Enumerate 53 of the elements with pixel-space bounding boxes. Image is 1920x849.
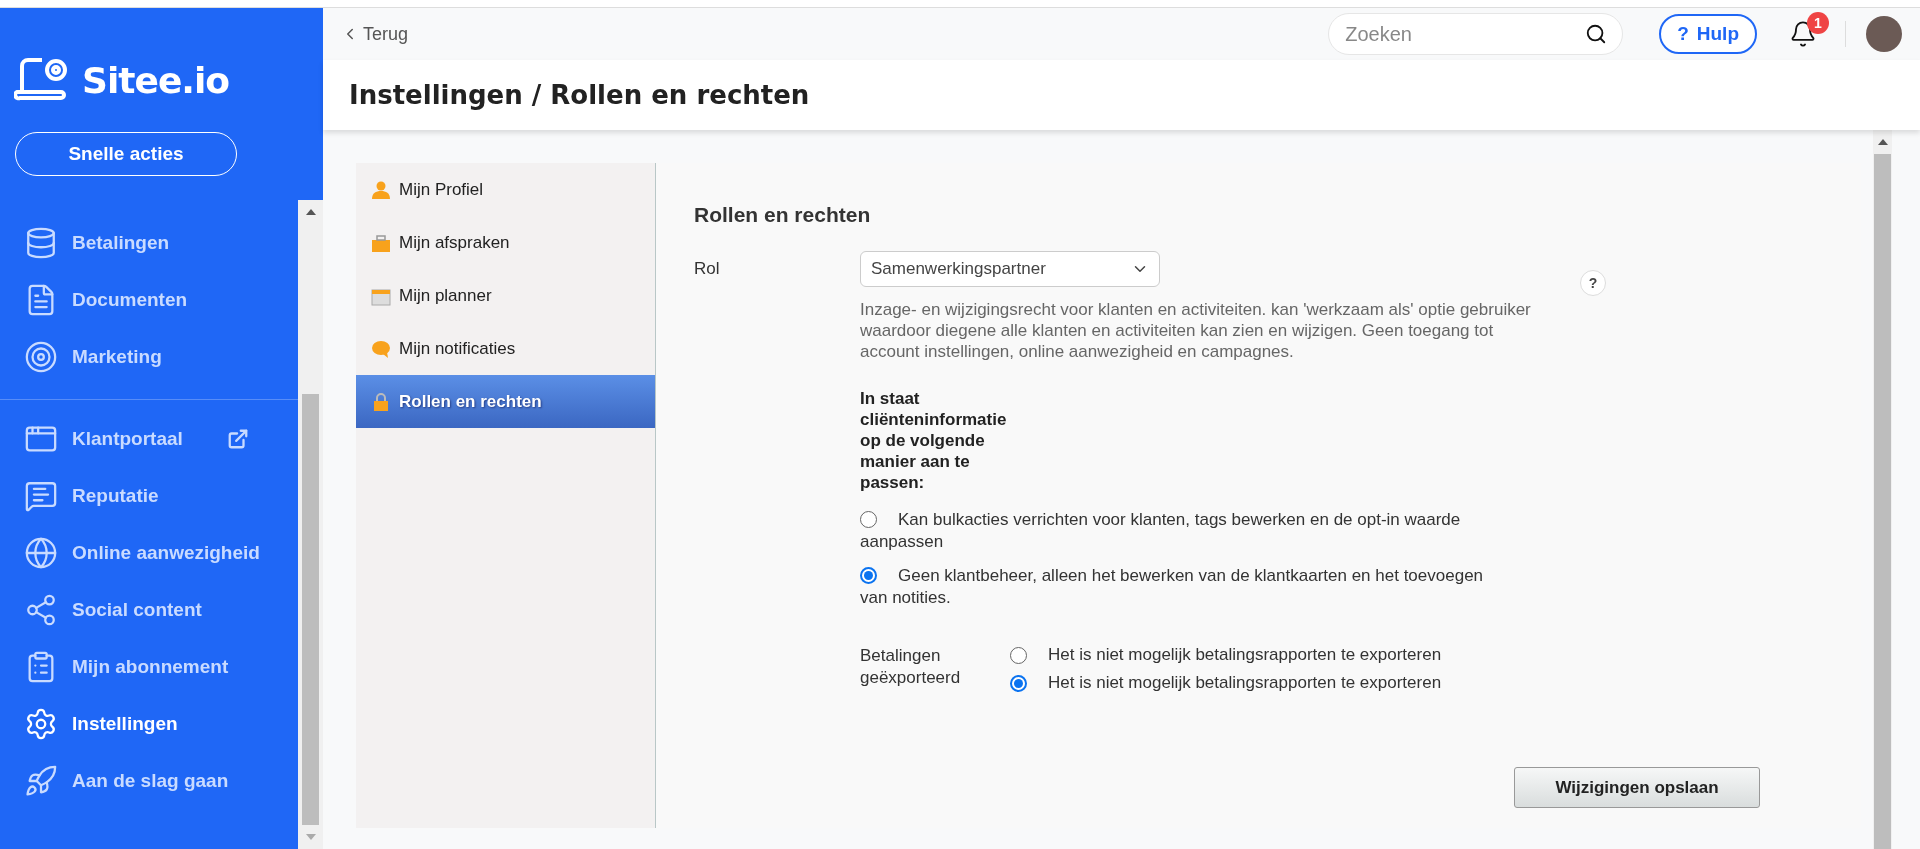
nav-icon: [24, 225, 58, 260]
radio-option[interactable]: Kan bulkacties verrichten voor klanten, tags bewerken en de opt-in waarde aanpassen: [860, 509, 1500, 553]
settings-menu-item[interactable]: Mijn notificaties: [356, 322, 655, 375]
notification-count: 1: [1807, 12, 1829, 34]
nav-icon: [24, 706, 58, 741]
nav-icon: [24, 763, 58, 798]
help-icon[interactable]: ?: [1580, 270, 1606, 296]
radio-button[interactable]: [1010, 646, 1027, 664]
logo-text: Sitee.io: [82, 59, 230, 101]
speech-bubble-icon: [371, 338, 391, 359]
nav-item[interactable]: Betalingen: [0, 214, 298, 271]
nav-item[interactable]: Aan de slag gaan: [0, 752, 298, 809]
nav-item[interactable]: Instellingen: [0, 695, 298, 752]
nav-item[interactable]: Social content: [0, 581, 298, 638]
person-icon: [371, 179, 391, 200]
nav-item[interactable]: Mijn abonnement: [0, 638, 298, 695]
help-button[interactable]: ? Hulp: [1659, 14, 1757, 54]
role-description: Inzage- en wijzigingsrecht voor klanten en activiteiten. kan 'werkzaam als' optie gebruiker waardoor diegene alle klanten en activiteiten kan zien en wijzigen. Geen toegang tot account instellingen, online aanwezigheid en campagnes.: [860, 299, 1532, 362]
radio-button[interactable]: [860, 511, 877, 528]
bell-icon[interactable]: [1789, 20, 1817, 48]
radio-option[interactable]: Het is niet mogelijk betalingsrapporten te exporteren: [1010, 645, 1610, 665]
nav-item[interactable]: Klantportaal: [0, 410, 298, 467]
role-select[interactable]: Samenwerkingspartner: [860, 251, 1160, 287]
back-link[interactable]: Terug: [341, 23, 409, 45]
radio-option[interactable]: Geen klantbeheer, alleen het bewerken van de klantkaarten en het toevoegen van notities.: [860, 565, 1500, 609]
nav-icon: [24, 339, 58, 374]
padlock-icon: [371, 391, 391, 412]
nav-item[interactable]: Marketing: [0, 328, 298, 385]
avatar[interactable]: [1866, 16, 1902, 52]
client-permission-heading: In staat cliënteninformatie op de volgende manier aan te passen:: [860, 388, 1008, 493]
nav-icon: [24, 592, 58, 627]
nav-item[interactable]: Documenten: [0, 271, 298, 328]
radio-option[interactable]: Het is niet mogelijk betalingsrapporten te exporteren: [1010, 673, 1610, 693]
page-title: Instellingen / Rollen en rechten: [349, 80, 810, 110]
page-scrollbar[interactable]: [1873, 130, 1892, 849]
nav-icon: [24, 535, 58, 570]
payments-label: Betalingen geëxporteerd: [860, 645, 962, 689]
search-icon[interactable]: [1585, 23, 1608, 45]
section-title: Rollen en rechten: [694, 203, 872, 227]
search-field[interactable]: Zoeken: [1328, 13, 1624, 55]
radio-button[interactable]: [1010, 674, 1027, 692]
briefcase-icon: [371, 232, 391, 253]
settings-menu-item[interactable]: Mijn planner: [356, 269, 655, 322]
settings-menu-item[interactable]: Mijn afspraken: [356, 216, 655, 269]
nav-item[interactable]: Reputatie: [0, 467, 298, 524]
radio-button[interactable]: [860, 567, 877, 584]
nav-item[interactable]: Online aanwezigheid: [0, 524, 298, 581]
external-link-icon[interactable]: [226, 427, 249, 450]
settings-menu-item[interactable]: Mijn Profiel: [356, 163, 655, 216]
role-label: Rol: [694, 258, 721, 279]
settings-menu-item[interactable]: Rollen en rechten: [356, 375, 655, 428]
save-button[interactable]: Wijzigingen opslaan: [1514, 767, 1760, 808]
scrollbar[interactable]: [298, 200, 323, 849]
